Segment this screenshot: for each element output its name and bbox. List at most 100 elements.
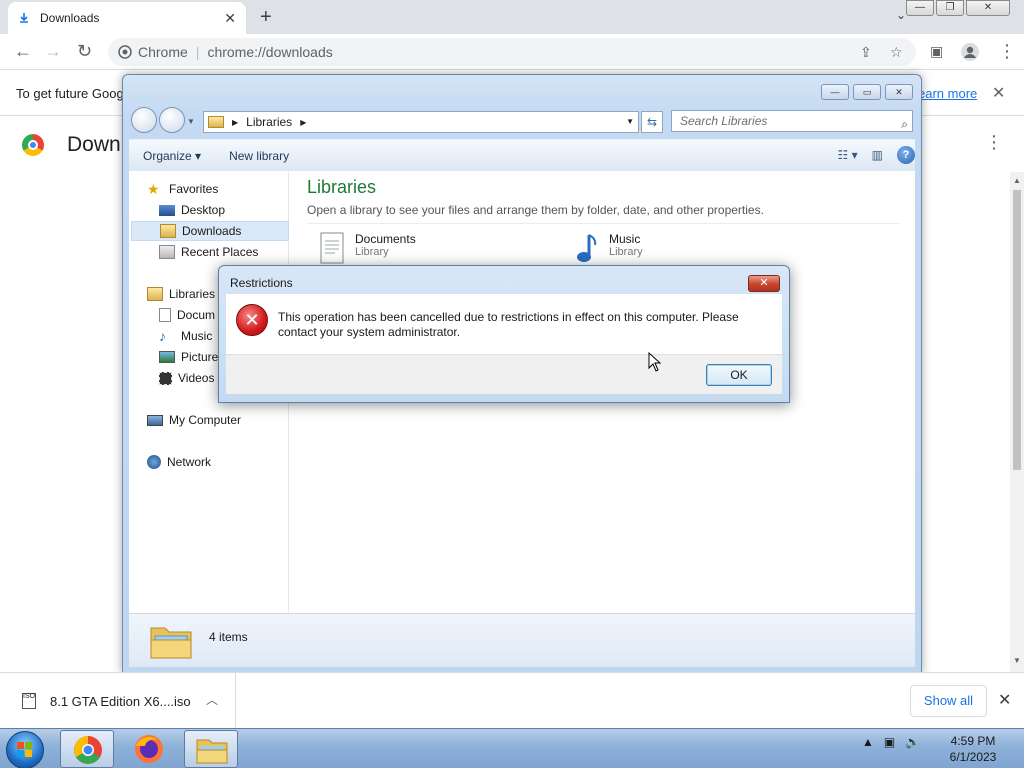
ok-button[interactable]: OK	[706, 364, 772, 386]
tab-downloads[interactable]: Downloads ✕	[8, 2, 246, 34]
explorer-back-button[interactable]	[131, 107, 157, 133]
dialog-footer: OK	[226, 354, 782, 394]
scrollbar-thumb[interactable]	[1013, 190, 1021, 470]
library-item-documents[interactable]: Documents Library	[317, 231, 416, 267]
library-item-music[interactable]: Music Library	[571, 231, 643, 267]
new-library-button[interactable]: New library	[215, 149, 303, 163]
libraries-icon	[147, 287, 163, 301]
download-file-name: 8.1 GTA Edition X6....iso	[50, 693, 191, 709]
recent-pages-chevron-icon[interactable]: ▼	[187, 117, 195, 133]
new-tab-button[interactable]: +	[260, 6, 272, 29]
system-clock[interactable]: 4:59 PM 6/1/2023	[940, 733, 1006, 765]
command-bar: Organize ▾ New library ☷ ▾ ▥ ?	[129, 139, 915, 171]
show-hidden-icons-icon[interactable]: ▲	[862, 735, 874, 749]
learn-more-link[interactable]: earn more	[918, 86, 977, 101]
preview-pane-icon[interactable]: ▥	[872, 148, 883, 162]
reload-icon[interactable]: ↻	[77, 41, 92, 62]
items-count: 4 items	[209, 630, 248, 644]
library-type: Library	[355, 246, 389, 258]
explorer-maximize-button[interactable]: ▭	[853, 84, 881, 100]
bookmark-star-icon[interactable]: ☆	[890, 38, 903, 66]
volume-muted-icon[interactable]: 🔈	[905, 735, 920, 749]
firefox-icon	[135, 735, 163, 763]
nav-label: Music	[181, 329, 213, 343]
close-window-button[interactable]: ✕	[966, 0, 1010, 16]
download-item[interactable]: ISO 8.1 GTA Edition X6....iso ︿	[0, 673, 236, 729]
infobar-text: To get future Goog	[16, 86, 124, 101]
taskbar-chrome-button[interactable]	[60, 730, 114, 768]
search-icon[interactable]: ⌕	[901, 114, 908, 134]
forward-arrow-icon[interactable]: →	[44, 41, 62, 62]
dialog-title: Restrictions	[230, 276, 293, 290]
taskbar-firefox-button[interactable]	[122, 730, 176, 768]
pictures-icon	[159, 351, 175, 363]
iso-file-icon: ISO	[22, 693, 36, 709]
profile-avatar-icon[interactable]	[960, 42, 980, 67]
nav-label: Favorites	[169, 182, 219, 196]
back-arrow-icon[interactable]: ←	[14, 41, 32, 62]
omnibox-site-name: Chrome	[138, 44, 188, 60]
download-icon	[20, 13, 28, 23]
recent-places-icon	[159, 245, 175, 259]
chrome-menu-icon[interactable]: ⋮	[998, 41, 1016, 62]
nav-item-downloads[interactable]: Downloads	[131, 221, 289, 241]
desktop-icon	[159, 204, 175, 216]
error-icon: ✕	[236, 304, 268, 336]
infobar-close-icon[interactable]: ✕	[992, 83, 1005, 103]
explorer-forward-button[interactable]	[159, 107, 185, 133]
start-button[interactable]	[6, 731, 44, 768]
chevron-up-icon[interactable]: ︿	[206, 691, 218, 708]
music-note-icon: ♪	[159, 328, 166, 344]
search-input[interactable]: Search Libraries ⌕	[671, 110, 913, 132]
system-tray: ▲ ▣ 🔈	[862, 735, 920, 749]
address-dropdown-icon[interactable]: ▼	[626, 117, 634, 126]
libraries-description: Open a library to see your files and arr…	[307, 203, 764, 217]
network-tray-icon[interactable]: ▣	[884, 735, 895, 749]
taskbar-explorer-button[interactable]	[184, 730, 238, 768]
minimize-button[interactable]: —	[906, 0, 934, 16]
organize-button[interactable]: Organize ▾	[129, 149, 215, 163]
page-scrollbar[interactable]: ▲ ▼	[1010, 172, 1024, 672]
film-icon	[159, 371, 172, 385]
command-bar-right: ☷ ▾ ▥ ?	[838, 146, 915, 164]
organize-label: Organize	[143, 148, 192, 163]
omnibox[interactable]: Chrome | chrome://downloads ⇪ ☆	[108, 38, 916, 66]
address-bar[interactable]: ▶ Libraries ▶ ▼	[203, 111, 639, 133]
documents-library-icon	[320, 232, 344, 264]
help-icon[interactable]: ?	[897, 146, 915, 164]
dialog-message: This operation has been cancelled due to…	[278, 310, 739, 339]
libraries-large-icon	[150, 627, 192, 659]
nav-item-favorites[interactable]: ★ Favorites	[147, 179, 305, 199]
breadcrumb-arrow-icon[interactable]: ▶	[232, 118, 238, 127]
scroll-up-icon[interactable]: ▲	[1013, 176, 1021, 185]
chrome-toolbar: ← → ↻ Chrome | chrome://downloads ⇪ ☆ ▣ …	[0, 34, 1024, 70]
scroll-down-icon[interactable]: ▼	[1013, 656, 1021, 665]
nav-item-network[interactable]: Network	[147, 452, 305, 472]
nav-item-my-computer[interactable]: My Computer	[147, 410, 305, 430]
dialog-close-button[interactable]: ✕	[748, 275, 780, 292]
windows-logo-icon	[17, 742, 33, 758]
nav-label: Videos	[178, 371, 215, 385]
show-all-button[interactable]: Show all	[910, 685, 987, 717]
shelf-close-icon[interactable]: ✕	[998, 690, 1011, 710]
breadcrumb[interactable]: Libraries	[246, 115, 292, 129]
side-panel-icon[interactable]: ▣	[930, 43, 943, 60]
explorer-window-controls: — ▭ ✕	[821, 84, 913, 100]
explorer-minimize-button[interactable]: —	[821, 84, 849, 100]
share-icon[interactable]: ⇪	[860, 38, 872, 66]
chrome-icon	[74, 736, 102, 764]
restore-button[interactable]: ❐	[936, 0, 964, 16]
downloads-menu-icon[interactable]: ⋮	[985, 132, 1003, 153]
library-name: Documents	[355, 232, 416, 246]
breadcrumb-arrow-icon[interactable]: ▶	[300, 118, 306, 127]
tab-close-icon[interactable]: ✕	[224, 10, 236, 27]
explorer-close-button[interactable]: ✕	[885, 84, 913, 100]
nav-label: Docum	[177, 308, 216, 322]
chrome-site-icon	[118, 45, 132, 59]
change-view-icon[interactable]: ☷ ▾	[838, 148, 858, 162]
omnibox-url: chrome://downloads	[207, 44, 333, 60]
refresh-button[interactable]: ⇆	[641, 111, 663, 133]
search-placeholder: Search Libraries	[680, 114, 768, 128]
tab-title: Downloads	[40, 11, 100, 25]
omnibox-separator: |	[195, 44, 200, 60]
